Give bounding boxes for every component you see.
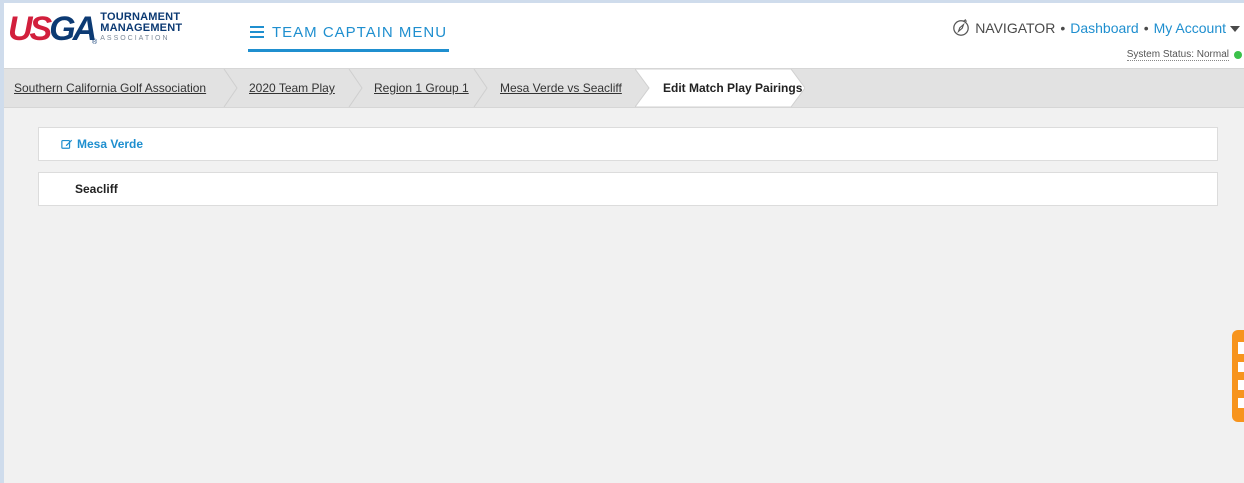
- nav-separator: •: [1143, 20, 1149, 36]
- system-status-text[interactable]: System Status: Normal: [1126, 49, 1229, 61]
- dashboard-link[interactable]: Dashboard: [1070, 20, 1139, 36]
- breadcrumb-separator: [223, 69, 238, 107]
- breadcrumb-current-label: Edit Match Play Pairings: [663, 81, 803, 95]
- team-panel-seacliff: Seacliff: [38, 172, 1218, 206]
- breadcrumb: Southern California Golf Association 202…: [4, 68, 1244, 108]
- edit-team-link[interactable]: Mesa Verde: [61, 137, 143, 151]
- app-frame: US GA ® TOURNAMENT MANAGEMENT ASSOCIATION…: [4, 3, 1244, 483]
- breadcrumb-separator: [348, 69, 363, 107]
- feedback-tab[interactable]: [1232, 330, 1244, 422]
- usga-logo-mark: US GA: [8, 10, 97, 48]
- logo-line-2: MANAGEMENT: [100, 22, 183, 34]
- team-name: Mesa Verde: [77, 137, 144, 151]
- top-navigation: NAVIGATOR • Dashboard • My Account: [952, 18, 1240, 38]
- team-title: Seacliff: [75, 182, 118, 196]
- navigator-label[interactable]: NAVIGATOR: [975, 20, 1055, 36]
- chevron-down-icon[interactable]: [1230, 26, 1240, 32]
- breadcrumb-item-match[interactable]: Mesa Verde vs Seacliff: [500, 69, 622, 107]
- logo-ga: GA: [49, 10, 97, 48]
- breadcrumb-item-region[interactable]: Region 1 Group 1: [374, 69, 469, 107]
- breadcrumb-item-association[interactable]: Southern California Golf Association: [14, 69, 206, 107]
- breadcrumb-item-team-play[interactable]: 2020 Team Play: [249, 69, 335, 107]
- my-account-link[interactable]: My Account: [1154, 20, 1226, 36]
- breadcrumb-separator: [473, 69, 488, 107]
- hamburger-icon: [250, 26, 264, 38]
- team-captain-menu-label: TEAM CAPTAIN MENU: [272, 23, 448, 41]
- compass-icon: [953, 19, 970, 36]
- system-status: System Status: Normal: [1126, 49, 1242, 61]
- logo-us: US: [8, 10, 52, 48]
- top-header: US GA ® TOURNAMENT MANAGEMENT ASSOCIATION…: [4, 3, 1244, 68]
- team-panel-mesa-verde: Mesa Verde: [38, 127, 1218, 161]
- team-captain-menu-button[interactable]: TEAM CAPTAIN MENU: [248, 19, 450, 52]
- breadcrumb-item-current: Edit Match Play Pairings: [635, 69, 805, 107]
- edit-icon: [61, 139, 73, 149]
- logo-wordmark: TOURNAMENT MANAGEMENT ASSOCIATION: [100, 12, 182, 43]
- logo-registered-mark: ®: [92, 39, 98, 46]
- team-name: Seacliff: [75, 182, 118, 196]
- usga-tma-logo[interactable]: US GA ® TOURNAMENT MANAGEMENT ASSOCIATION: [8, 11, 182, 51]
- status-indicator-dot: [1234, 51, 1242, 59]
- logo-line-3: ASSOCIATION: [100, 35, 170, 42]
- nav-separator: •: [1060, 20, 1066, 36]
